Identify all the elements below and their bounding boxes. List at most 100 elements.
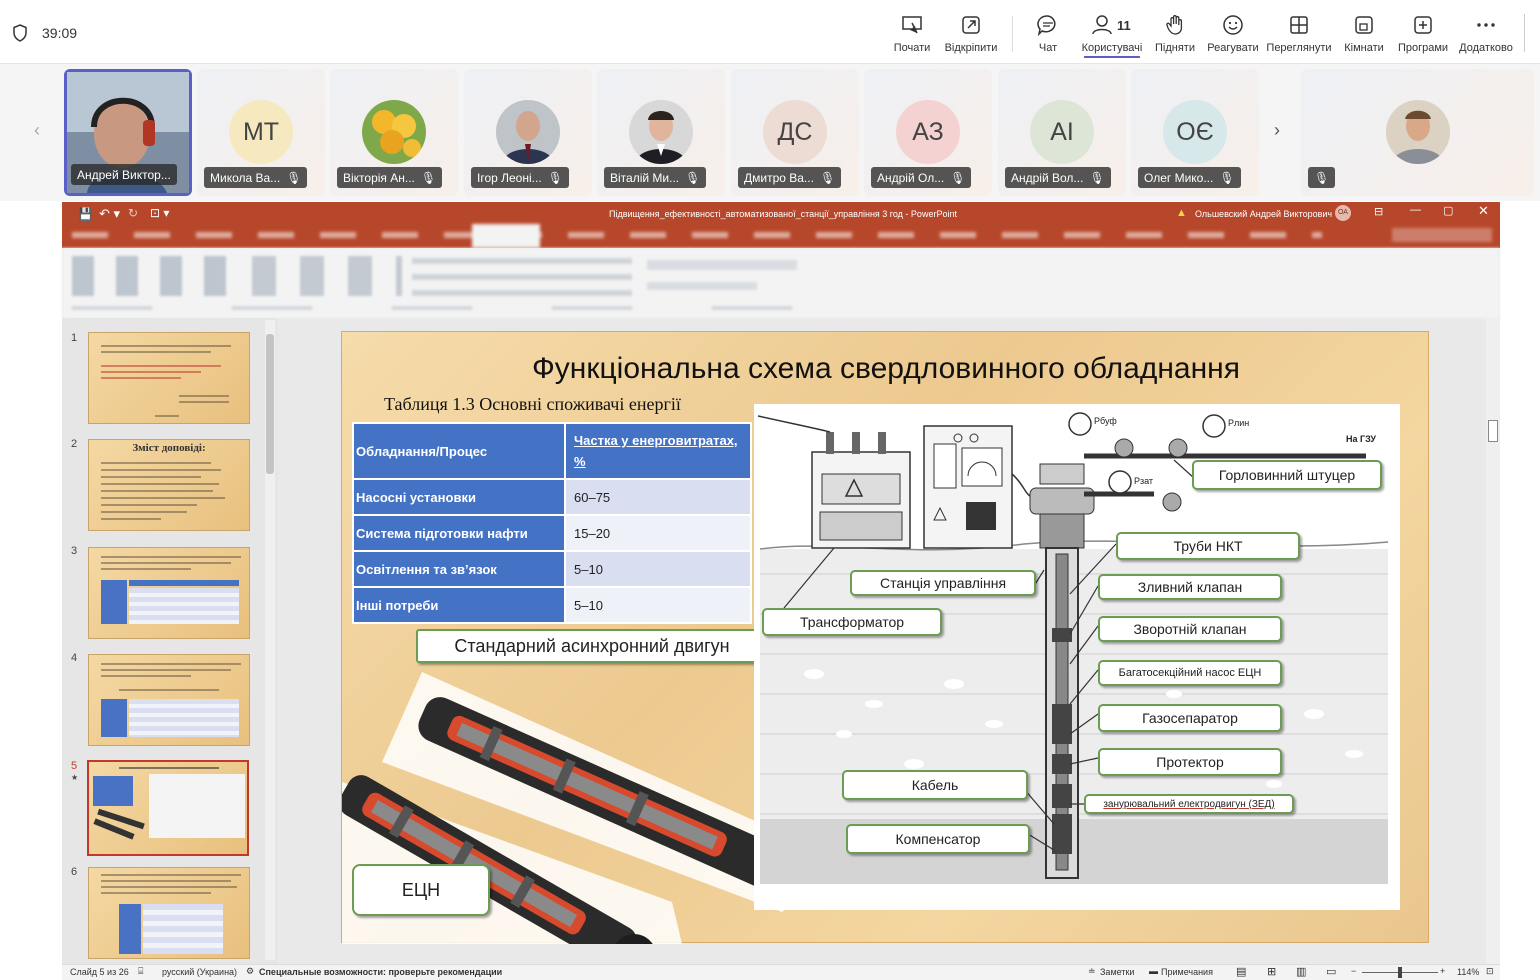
redo-icon[interactable]: ↻ bbox=[128, 206, 138, 220]
react-button[interactable]: Реагувати bbox=[1199, 14, 1267, 54]
zoom-in-icon[interactable]: + bbox=[1440, 966, 1445, 976]
unpin-button[interactable]: Відкріпити bbox=[937, 14, 1005, 54]
avatar bbox=[629, 100, 693, 164]
zoom-slider-thumb[interactable] bbox=[1398, 967, 1402, 978]
participant-tile-2[interactable]: Вікторія Ан... 🎙 bbox=[330, 69, 458, 196]
share-button[interactable]: Почати bbox=[878, 14, 946, 54]
participant-tile-1[interactable]: МТ Микола Ва... 🎙 bbox=[197, 69, 325, 196]
ribbon-tabs[interactable] bbox=[62, 224, 1500, 248]
thumbnail-slide-4[interactable] bbox=[88, 654, 250, 746]
slide-canvas[interactable]: Функціональна схема свердловинного облад… bbox=[341, 331, 1429, 944]
participant-tile-3[interactable]: Ігор Леоні... 🎙 bbox=[464, 69, 592, 196]
more-button[interactable]: Додатково bbox=[1452, 14, 1520, 54]
accessibility-status[interactable]: Специальные возможности: проверьте реком… bbox=[259, 967, 502, 977]
label-submersible-motor: занурювальний електродвигун (ЗЕД) bbox=[1084, 794, 1294, 814]
gauge-label-p-zat: Pзат bbox=[1134, 476, 1153, 486]
thumbnail-slide-3[interactable] bbox=[88, 547, 250, 639]
thumbnail-slide-5-selected[interactable] bbox=[87, 760, 249, 856]
mic-off-icon: 🎙 bbox=[286, 170, 302, 185]
language-indicator[interactable]: русский (Украина) bbox=[162, 967, 237, 977]
mic-off-icon: 🎙 bbox=[1314, 170, 1330, 185]
table-header: Обладнання/Процес bbox=[352, 422, 566, 480]
minimize-icon[interactable]: — bbox=[1410, 204, 1421, 216]
slideshow-icon[interactable]: ⊡ ▾ bbox=[150, 206, 169, 220]
energy-table: Обладнання/Процес Частка у енерговитрата… bbox=[352, 422, 752, 624]
thumbnail-slide-1[interactable] bbox=[88, 332, 250, 424]
ribbon-display-icon[interactable]: ⊟ bbox=[1374, 205, 1383, 218]
window-title: Підвищення_ефективності_автоматизованої_… bbox=[609, 209, 957, 219]
rooms-button[interactable]: Кімнати bbox=[1330, 14, 1398, 54]
avatar bbox=[1386, 100, 1450, 164]
reading-view-icon[interactable]: ▥ bbox=[1296, 965, 1306, 978]
toolbar-divider bbox=[1012, 16, 1013, 52]
maximize-icon[interactable]: ▢ bbox=[1443, 204, 1453, 217]
slide-scrollbar[interactable] bbox=[1486, 318, 1500, 964]
user-name: Ольшевский Андрей Викторович bbox=[1195, 209, 1333, 219]
participant-tile-7[interactable]: АІ Андрій Вол... 🎙 bbox=[998, 69, 1126, 196]
table-row: Насосні установки 60–75 bbox=[352, 478, 752, 516]
avatar: ОЄ bbox=[1163, 100, 1227, 164]
fit-slide-icon[interactable]: ⊡ bbox=[1486, 966, 1494, 977]
accessibility-icon[interactable]: ⚙ bbox=[246, 966, 254, 977]
smile-icon bbox=[1223, 15, 1243, 35]
strip-next-icon[interactable]: › bbox=[1274, 120, 1280, 141]
thumbnail-slide-2[interactable]: Зміст доповіді: bbox=[88, 439, 250, 531]
participant-tile-6[interactable]: АЗ Андрій Ол... 🎙 bbox=[864, 69, 992, 196]
label-check-valve: Зворотній клапан bbox=[1098, 616, 1282, 642]
strip-prev-icon[interactable]: ‹ bbox=[34, 120, 40, 141]
thumbnail-scrollbar[interactable] bbox=[265, 320, 275, 960]
mic-off-icon: 🎙 bbox=[1219, 170, 1235, 185]
label-protector: Протектор bbox=[1098, 748, 1282, 776]
participant-tile-5[interactable]: ДС Дмитро Ва... 🎙 bbox=[731, 69, 859, 196]
ribbon[interactable] bbox=[62, 248, 1500, 318]
rooms-icon bbox=[1355, 16, 1373, 34]
chat-icon bbox=[1037, 15, 1056, 36]
notes-icon[interactable]: ≐ bbox=[1088, 966, 1096, 977]
participant-name: 🎙 bbox=[1308, 167, 1336, 188]
apps-button[interactable]: Програми bbox=[1389, 14, 1457, 54]
slideshow-view-icon[interactable]: ▭ bbox=[1326, 965, 1336, 978]
label-drain-valve: Зливний клапан bbox=[1098, 574, 1282, 600]
participant-tile-0[interactable]: Андрей Виктор... bbox=[64, 69, 192, 196]
table-header-row: Обладнання/Процес Частка у енерговитрата… bbox=[352, 422, 752, 480]
participant-tile-4[interactable]: Віталій Ми... 🎙 bbox=[597, 69, 725, 196]
svg-text:11: 11 bbox=[1117, 18, 1131, 33]
save-icon[interactable]: 💾 bbox=[78, 207, 93, 221]
chat-button[interactable]: Чат bbox=[1014, 14, 1082, 54]
plus-icon bbox=[1414, 16, 1432, 34]
participant-tile-8[interactable]: ОЄ Олег Мико... 🎙 bbox=[1131, 69, 1259, 196]
warning-icon: ▲ bbox=[1176, 207, 1187, 219]
user-avatar[interactable]: ОА bbox=[1335, 205, 1351, 221]
participant-name: Андрій Ол... 🎙 bbox=[871, 167, 972, 188]
sorter-view-icon[interactable]: ⊞ bbox=[1267, 965, 1276, 978]
meeting-timer: 39:09 bbox=[42, 25, 78, 41]
zoom-level[interactable]: 114% bbox=[1457, 967, 1479, 977]
grid-icon bbox=[1290, 16, 1308, 34]
participant-name: Вікторія Ан... 🎙 bbox=[337, 167, 443, 188]
slide-counter[interactable]: Слайд 5 из 26 bbox=[70, 967, 129, 977]
view-button[interactable]: Переглянути bbox=[1265, 14, 1333, 54]
participant-strip: ‹ Андрей Виктор... МТ Микола Ва... 🎙 Вікт… bbox=[0, 64, 1540, 201]
slide-thumbnails[interactable]: 1 2 Зміст доповіді: 3 4 5 ★ 6 bbox=[62, 318, 278, 964]
close-icon[interactable]: ✕ bbox=[1478, 203, 1489, 219]
label-compensator: Компенсатор bbox=[846, 824, 1030, 854]
hand-icon bbox=[1166, 15, 1183, 35]
label-cable: Кабель bbox=[842, 770, 1028, 800]
comments-icon[interactable]: ▬ bbox=[1149, 966, 1158, 976]
participant-tile-9[interactable]: 🎙 bbox=[1301, 69, 1534, 196]
participants-button[interactable]: 11 Користувачі bbox=[1078, 14, 1146, 58]
zoom-out-icon[interactable]: − bbox=[1351, 966, 1356, 976]
ecn-label: ЕЦН bbox=[352, 864, 490, 916]
notes-button[interactable]: Заметки bbox=[1100, 967, 1134, 977]
table-row: Освітлення та зв’язок 5–10 bbox=[352, 550, 752, 588]
to-gzu-label: На ГЗУ bbox=[1346, 434, 1376, 444]
mic-off-icon: 🎙 bbox=[547, 170, 563, 185]
spellcheck-icon[interactable]: ⌸ bbox=[138, 966, 143, 977]
normal-view-icon[interactable]: ▤ bbox=[1236, 965, 1246, 978]
toolbar-edge bbox=[1524, 14, 1525, 52]
thumbnail-slide-6[interactable] bbox=[88, 867, 250, 959]
participant-name: Андрей Виктор... bbox=[71, 164, 177, 185]
scroll-thumb[interactable] bbox=[1488, 420, 1498, 442]
comments-button[interactable]: Примечания bbox=[1161, 967, 1213, 977]
undo-icon[interactable]: ↶ ▾ bbox=[99, 206, 120, 222]
